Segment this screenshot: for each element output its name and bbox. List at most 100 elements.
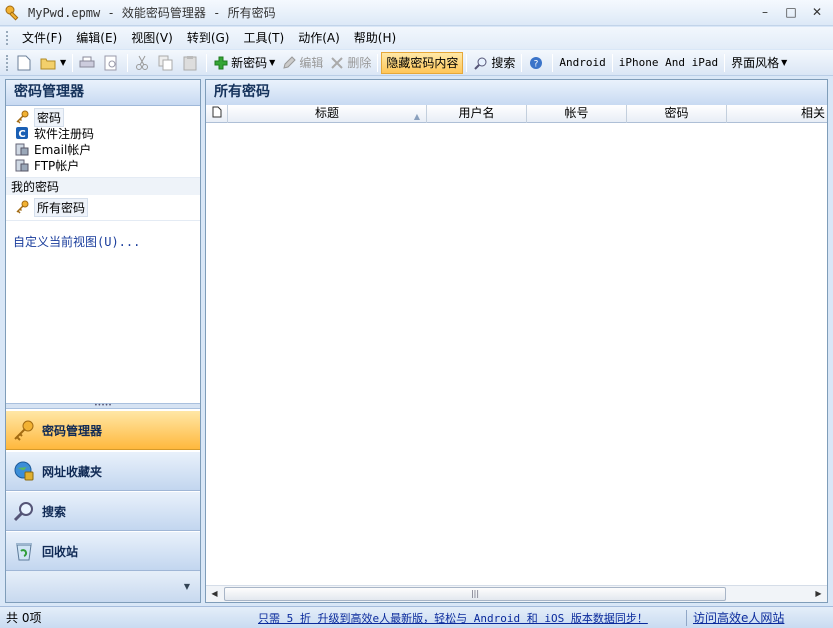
- toolbar-separator: [552, 53, 554, 72]
- column-password[interactable]: 密码: [627, 105, 727, 123]
- pane-splitter[interactable]: •••••: [6, 403, 200, 409]
- hide-content-button[interactable]: 隐藏密码内容: [381, 51, 464, 74]
- category-label: FTP帐户: [34, 158, 80, 173]
- category-label: 软件注册码: [34, 126, 95, 141]
- delete-button[interactable]: 删除: [326, 52, 374, 74]
- paste-button[interactable]: [179, 52, 203, 74]
- new-password-button[interactable]: 新密码 ▼: [210, 52, 278, 74]
- toolbar: ▼ 新密码 ▼ 编辑 删除 隐藏密码内容 搜索 ? Android iPhone …: [0, 50, 833, 76]
- key-icon: [4, 4, 22, 22]
- toolbar-separator: [127, 53, 129, 72]
- menu-view[interactable]: 视图(V): [124, 28, 180, 48]
- skin-button[interactable]: 界面风格 ▼: [728, 52, 790, 74]
- content-pane: 所有密码 标题 ▲ 用户名 帐号 密码 相关 ◀ ||| ▶: [205, 79, 828, 603]
- chevron-down-icon[interactable]: ▼: [184, 582, 190, 591]
- nav-search[interactable]: 搜索: [6, 491, 200, 531]
- toolbar-grip[interactable]: [6, 54, 9, 71]
- skin-label: 界面风格: [731, 56, 780, 70]
- customize-view-link[interactable]: 自定义当前视图(U)...: [6, 233, 200, 250]
- column-account[interactable]: 帐号: [527, 105, 627, 123]
- key-icon: [12, 418, 36, 442]
- category-label: Email帐户: [34, 142, 92, 157]
- visit-website-link[interactable]: 访问高效e人网站: [693, 609, 784, 626]
- folder-open-icon: [40, 55, 56, 71]
- search-button[interactable]: 搜索: [470, 52, 518, 74]
- pencil-icon: [281, 55, 297, 71]
- column-related[interactable]: 相关: [727, 105, 827, 123]
- help-icon: ?: [528, 55, 544, 71]
- category-email[interactable]: Email帐户: [6, 141, 200, 157]
- document-icon: [212, 106, 222, 123]
- print-preview-icon: [103, 55, 119, 71]
- column-title[interactable]: 标题 ▲: [228, 105, 427, 123]
- horizontal-scrollbar[interactable]: ◀ ||| ▶: [206, 585, 827, 602]
- column-icon[interactable]: [206, 105, 228, 123]
- nav-button-label: 搜索: [42, 504, 67, 519]
- print-button[interactable]: [76, 52, 100, 74]
- key-icon: [14, 109, 30, 125]
- nav-password-manager[interactable]: 密码管理器: [6, 410, 200, 450]
- window-title: MyPwd.epmw - 效能密码管理器 - 所有密码: [28, 6, 276, 20]
- menu-file[interactable]: 文件(F): [15, 28, 69, 48]
- android-button[interactable]: Android: [556, 52, 608, 74]
- menu-actions[interactable]: 动作(A): [291, 28, 347, 48]
- cut-button[interactable]: [131, 52, 155, 74]
- search-label: 搜索: [491, 56, 516, 70]
- scissors-icon: [134, 55, 150, 71]
- key-icon: [14, 199, 30, 215]
- status-bar: 共 0项 只需 5 折 升级到高效e人最新版，轻松与 Android 和 iOS…: [0, 606, 833, 628]
- menu-bar: 文件(F) 编辑(E) 视图(V) 转到(G) 工具(T) 动作(A) 帮助(H…: [0, 27, 833, 49]
- new-file-button[interactable]: [13, 52, 37, 74]
- search-icon: [12, 499, 36, 523]
- my-passwords-group: 我的密码: [6, 177, 200, 195]
- chevron-down-icon: ▼: [781, 58, 788, 67]
- menu-edit[interactable]: 编辑(E): [69, 28, 124, 48]
- maximize-button[interactable]: □: [783, 4, 799, 20]
- column-username[interactable]: 用户名: [427, 105, 527, 123]
- column-related-label: 相关: [800, 106, 825, 120]
- svg-text:C: C: [18, 129, 25, 140]
- upgrade-promo-link[interactable]: 只需 5 折 升级到高效e人最新版，轻松与 Android 和 iOS 版本数据…: [258, 610, 680, 626]
- navigation-pane: 密码管理器 密码 C 软件注册码 Email帐户 FTP帐户 我的密码 所有密码…: [5, 79, 201, 603]
- delete-label: 删除: [347, 56, 372, 70]
- nav-bookmarks[interactable]: 网址收藏夹: [6, 451, 200, 491]
- copy-button[interactable]: [155, 52, 179, 74]
- nav-recycle-bin[interactable]: 回收站: [6, 531, 200, 571]
- all-passwords-item[interactable]: 所有密码: [6, 197, 200, 217]
- content-pane-title: 所有密码: [206, 80, 827, 106]
- new-password-label: 新密码: [231, 56, 268, 70]
- close-button[interactable]: ✕: [809, 4, 825, 20]
- category-ftp[interactable]: FTP帐户: [6, 157, 200, 173]
- nav-button-label: 网址收藏夹: [42, 464, 103, 479]
- menu-goto[interactable]: 转到(G): [180, 28, 237, 48]
- help-button[interactable]: ?: [525, 52, 549, 74]
- category-software-key[interactable]: C 软件注册码: [6, 125, 200, 141]
- navigation-pane-title: 密码管理器: [6, 80, 200, 106]
- menu-grip[interactable]: [6, 31, 9, 45]
- new-file-icon: [16, 55, 32, 71]
- menu-tools[interactable]: 工具(T): [236, 28, 291, 48]
- menu-help[interactable]: 帮助(H): [347, 28, 403, 48]
- plus-icon: [213, 55, 229, 71]
- chevron-down-icon: ▼: [269, 58, 276, 67]
- category-password[interactable]: 密码: [6, 107, 200, 127]
- scroll-right-icon[interactable]: ▶: [810, 586, 827, 602]
- edit-label: 编辑: [299, 56, 324, 70]
- email-account-icon: [14, 141, 30, 157]
- item-count: 共 0项: [6, 611, 42, 625]
- minimize-button[interactable]: –: [757, 4, 773, 20]
- scroll-left-icon[interactable]: ◀: [206, 586, 223, 602]
- toolbar-separator: [72, 53, 74, 72]
- scroll-thumb[interactable]: |||: [224, 587, 726, 601]
- nav-pane-footer[interactable]: ▼: [6, 571, 200, 602]
- edit-button[interactable]: 编辑: [278, 52, 326, 74]
- software-key-icon: C: [14, 125, 30, 141]
- recycle-bin-icon: [12, 539, 36, 563]
- iphone-button[interactable]: iPhone And iPad: [616, 52, 721, 74]
- search-icon: [473, 55, 489, 71]
- svg-text:?: ?: [534, 59, 539, 69]
- print-preview-button[interactable]: [100, 52, 124, 74]
- toolbar-separator: [724, 53, 726, 72]
- open-file-button[interactable]: ▼: [37, 52, 69, 74]
- printer-icon: [79, 55, 95, 71]
